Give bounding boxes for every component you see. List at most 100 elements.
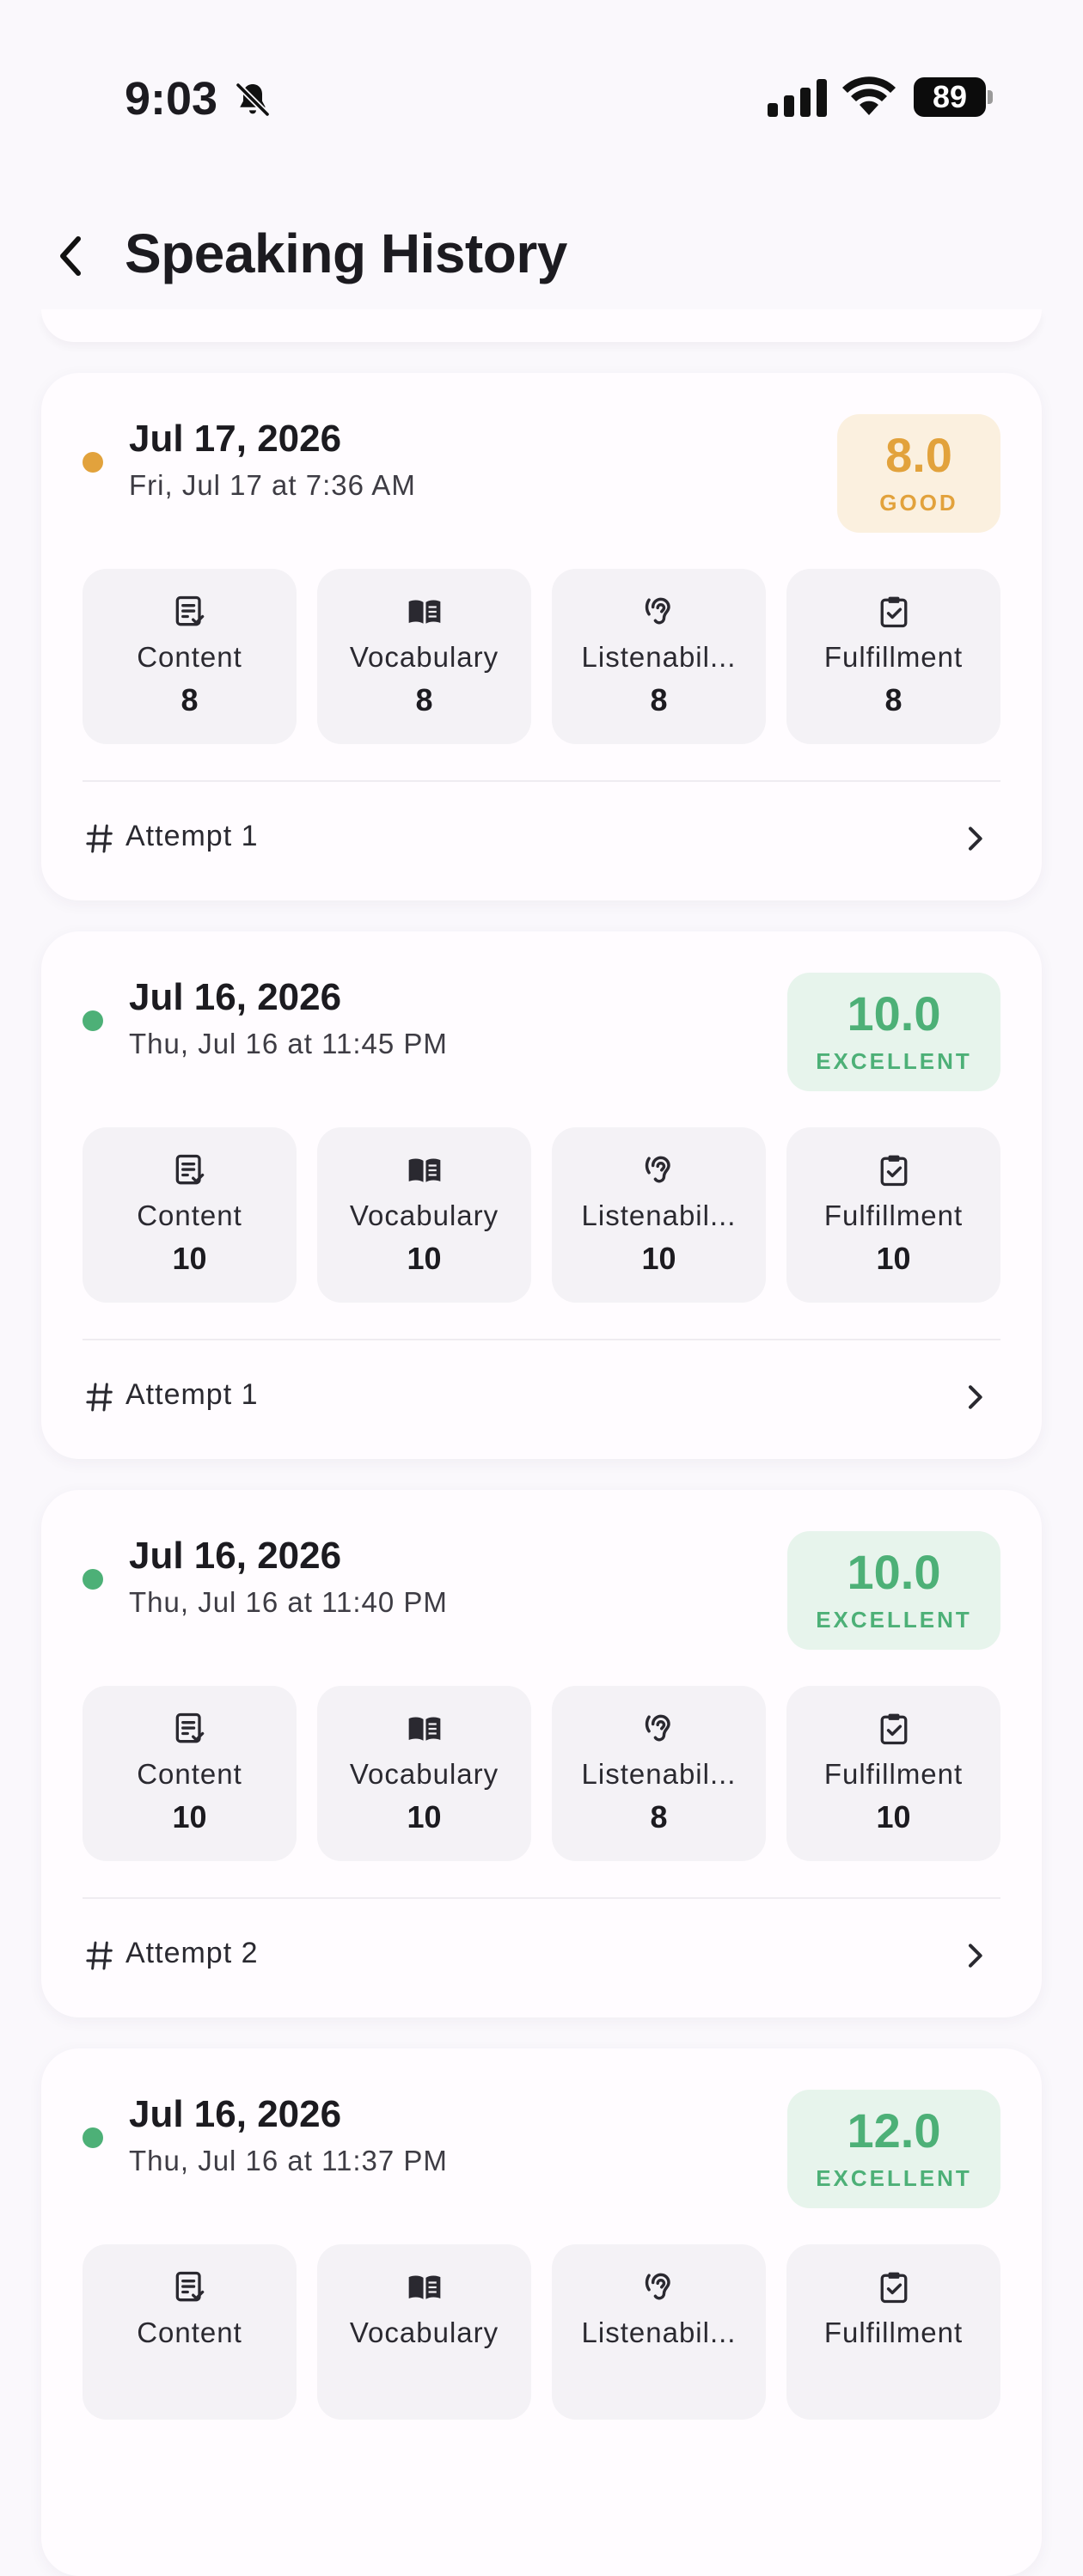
card-datetime: Thu, Jul 16 at 11:40 PM xyxy=(129,1586,448,1618)
metric-name: Vocabulary xyxy=(349,641,499,673)
metrics-grid: Content 8 Vocabulary 8 Listenabil... 8 F… xyxy=(83,569,1000,744)
metric-content: Content xyxy=(83,2244,297,2420)
attempt-row[interactable]: Attempt 2 xyxy=(83,1920,1000,1997)
history-card[interactable]: Jul 16, 2026 Thu, Jul 16 at 11:40 PM 10.… xyxy=(41,1490,1042,2017)
clipboard-check-icon xyxy=(880,2272,907,2304)
card-date: Jul 16, 2026 xyxy=(129,2093,342,2135)
clipboard-check-icon xyxy=(880,596,907,628)
hash-icon xyxy=(86,824,113,853)
ear-icon xyxy=(645,1714,670,1742)
hash-icon xyxy=(86,1383,113,1412)
battery-level: 89 xyxy=(914,77,986,117)
attempt-label: Attempt 1 xyxy=(125,1378,259,1411)
back-button[interactable] xyxy=(50,229,91,284)
history-card[interactable]: Jul 16, 2026 Thu, Jul 16 at 11:37 PM 12.… xyxy=(41,2048,1042,2576)
score-rating: EXCELLENT xyxy=(816,1606,972,1633)
content-icon xyxy=(175,1154,204,1185)
metric-content: Content 10 xyxy=(83,1127,297,1303)
score-value: 10.0 xyxy=(847,1544,941,1599)
metric-name: Content xyxy=(137,641,242,673)
metric-name: Fulfillment xyxy=(823,2317,964,2348)
metric-fulfillment: Fulfillment 10 xyxy=(786,1127,1000,1303)
attempt-row[interactable]: Attempt 1 xyxy=(83,1361,1000,1438)
score-value: 10.0 xyxy=(847,986,941,1041)
metric-name: Vocabulary xyxy=(349,1199,499,1231)
attempt-label: Attempt 1 xyxy=(125,820,259,852)
metric-listenability: Listenabil... xyxy=(552,2244,766,2420)
card-datetime: Thu, Jul 16 at 11:45 PM xyxy=(129,1028,448,1059)
status-dot xyxy=(83,452,103,473)
metric-vocabulary: Vocabulary xyxy=(317,2244,531,2420)
metric-vocabulary: Vocabulary 10 xyxy=(317,1686,531,1861)
metric-value: 8 xyxy=(650,682,668,717)
metric-listenability: Listenabil... 8 xyxy=(552,569,766,744)
card-datetime: Thu, Jul 16 at 11:37 PM xyxy=(129,2145,448,2176)
metric-fulfillment: Fulfillment 8 xyxy=(786,569,1000,744)
status-bar: 9:03 89 xyxy=(0,0,1083,198)
metric-value: 10 xyxy=(172,1241,207,1276)
ear-icon xyxy=(645,1156,670,1183)
content-icon xyxy=(175,595,204,626)
metric-value: 10 xyxy=(407,1799,442,1834)
metric-name: Fulfillment xyxy=(823,1199,964,1231)
chevron-left-icon xyxy=(60,236,81,276)
card-date: Jul 17, 2026 xyxy=(129,418,342,460)
metrics-grid: Content Vocabulary Listenabil... Fulfill… xyxy=(83,2244,1000,2420)
divider xyxy=(83,1339,1000,1340)
ear-icon xyxy=(645,597,670,625)
metric-fulfillment: Fulfillment 10 xyxy=(786,1686,1000,1861)
status-dot xyxy=(83,1569,103,1590)
ear-icon xyxy=(645,2273,670,2300)
metric-value: 8 xyxy=(884,682,903,717)
score-rating: GOOD xyxy=(879,489,958,516)
metric-name: Fulfillment xyxy=(823,1758,964,1790)
metric-name: Content xyxy=(137,1758,242,1790)
metric-listenability: Listenabil... 8 xyxy=(552,1686,766,1861)
hash-icon xyxy=(86,1941,113,1970)
metric-value: 8 xyxy=(415,682,433,717)
book-icon xyxy=(408,1158,440,1182)
card-date: Jul 16, 2026 xyxy=(129,976,342,1018)
attempt-row[interactable]: Attempt 1 xyxy=(83,803,1000,880)
metric-vocabulary: Vocabulary 8 xyxy=(317,569,531,744)
metric-value: 10 xyxy=(641,1241,676,1276)
status-dot xyxy=(83,1010,103,1031)
metric-name: Content xyxy=(137,2317,242,2348)
clipboard-check-icon xyxy=(880,1155,907,1187)
score-badge: 12.0 EXCELLENT xyxy=(787,2090,1000,2208)
metric-value: 8 xyxy=(180,682,199,717)
metric-name: Content xyxy=(137,1199,242,1231)
history-card[interactable]: Jul 17, 2026 Fri, Jul 17 at 7:36 AM 8.0 … xyxy=(41,373,1042,900)
metric-name: Listenabil... xyxy=(581,641,737,673)
metric-name: Listenabil... xyxy=(581,1758,737,1790)
score-badge: 8.0 GOOD xyxy=(837,414,1000,533)
history-card[interactable]: Jul 16, 2026 Thu, Jul 16 at 11:45 PM 10.… xyxy=(41,931,1042,1459)
metrics-grid: Content 10 Vocabulary 10 Listenabil... 8… xyxy=(83,1686,1000,1861)
attempt-label: Attempt 2 xyxy=(125,1937,259,1969)
metric-name: Listenabil... xyxy=(581,1199,737,1231)
metric-name: Vocabulary xyxy=(349,2317,499,2348)
metric-value: 10 xyxy=(407,1241,442,1276)
metric-listenability: Listenabil... 10 xyxy=(552,1127,766,1303)
chevron-right-icon xyxy=(969,1385,982,1409)
content-icon xyxy=(175,1712,204,1743)
metric-name: Vocabulary xyxy=(349,1758,499,1790)
book-icon xyxy=(408,2275,440,2299)
battery-nub xyxy=(988,90,993,104)
page-title: Speaking History xyxy=(125,223,567,284)
chevron-right-icon xyxy=(969,1944,982,1968)
metric-value: 10 xyxy=(172,1799,207,1834)
metric-vocabulary: Vocabulary 10 xyxy=(317,1127,531,1303)
metrics-grid: Content 10 Vocabulary 10 Listenabil... 1… xyxy=(83,1127,1000,1303)
metric-content: Content 8 xyxy=(83,569,297,744)
cellular-signal-icon xyxy=(768,79,827,117)
card-datetime: Fri, Jul 17 at 7:36 AM xyxy=(129,469,416,501)
status-time: 9:03 xyxy=(125,73,218,125)
metric-name: Fulfillment xyxy=(823,641,964,673)
book-icon xyxy=(408,600,440,624)
bell-slash-icon xyxy=(235,82,271,118)
metric-content: Content 10 xyxy=(83,1686,297,1861)
score-rating: EXCELLENT xyxy=(816,2164,972,2191)
metric-value: 10 xyxy=(876,1799,911,1834)
metric-fulfillment: Fulfillment xyxy=(786,2244,1000,2420)
